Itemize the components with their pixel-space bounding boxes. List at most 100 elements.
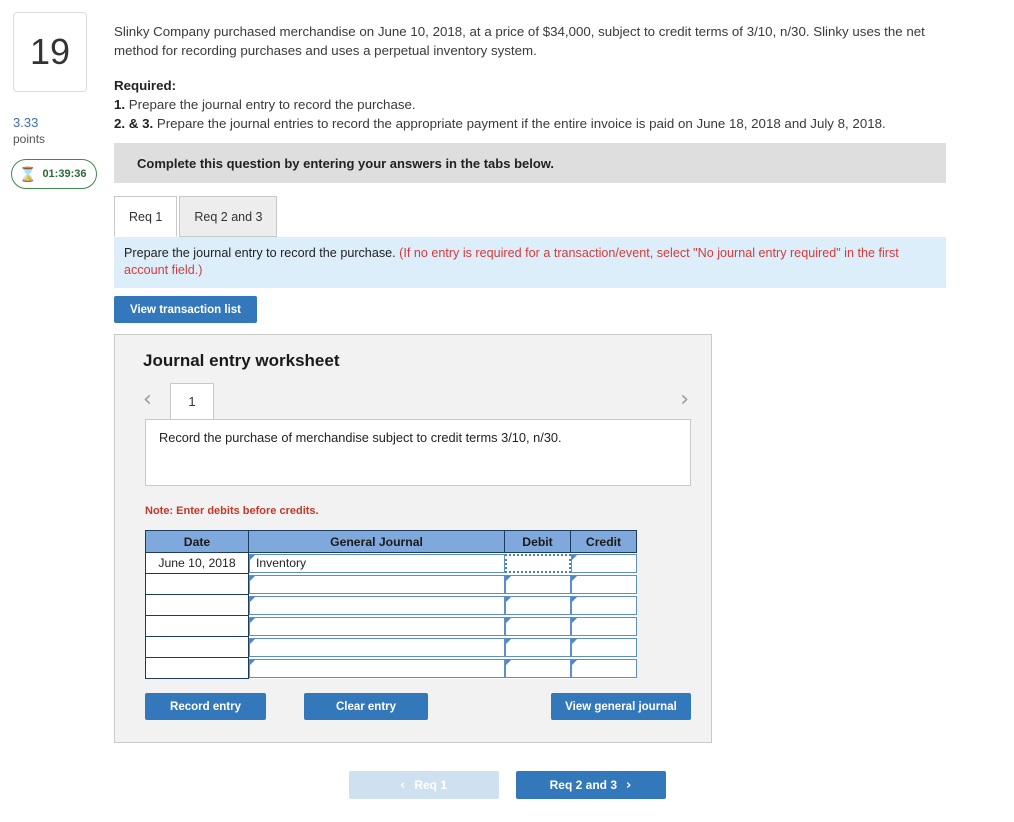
view-transaction-list-button[interactable]: View transaction list	[114, 296, 257, 323]
cell-general-journal[interactable]	[248, 657, 505, 679]
chevron-right-icon[interactable]: ›	[680, 386, 689, 414]
debit-input[interactable]	[504, 574, 571, 594]
clear-entry-button[interactable]: Clear entry	[304, 693, 428, 720]
complete-question-banner-text: Complete this question by entering your …	[137, 155, 555, 171]
dropdown-marker-icon	[250, 554, 255, 560]
account-select[interactable]: Inventory	[249, 553, 505, 573]
nav-next-req-2-and-3-button[interactable]: Req 2 and 3 ›	[515, 771, 666, 799]
nav-previous-label: Req 1	[414, 778, 448, 792]
question-number: 19	[29, 31, 71, 72]
cell-date[interactable]	[145, 573, 249, 595]
cell-general-journal[interactable]: Inventory	[248, 552, 505, 574]
table-row	[145, 657, 637, 679]
main-content: Slinky Company purchased merchandise on …	[108, 0, 1014, 743]
worksheet-page-1-tab[interactable]: 1	[170, 383, 214, 419]
dropdown-marker-icon	[505, 575, 511, 581]
cell-debit[interactable]	[504, 552, 571, 574]
cell-credit[interactable]	[570, 657, 637, 679]
cell-credit[interactable]	[570, 594, 637, 616]
account-select[interactable]	[249, 637, 505, 657]
record-entry-button[interactable]: Record entry	[145, 693, 266, 720]
tab-req-2-and-3[interactable]: Req 2 and 3	[179, 196, 278, 237]
journal-entry-table: Date General Journal Debit Credit June 1…	[145, 530, 637, 679]
cell-general-journal[interactable]	[248, 573, 505, 595]
debit-input[interactable]	[504, 553, 571, 573]
nav-previous-req-1-button[interactable]: ‹ Req 1	[348, 771, 499, 799]
cell-general-journal[interactable]	[248, 594, 505, 616]
debit-input[interactable]	[504, 658, 571, 678]
cell-credit[interactable]	[570, 573, 637, 595]
cell-date[interactable]	[145, 636, 249, 658]
chevron-left-icon[interactable]: ‹	[143, 386, 152, 414]
table-row	[145, 594, 637, 616]
dropdown-marker-icon	[571, 638, 577, 644]
instruction-text: Prepare the journal entry to record the …	[124, 246, 400, 260]
credit-input[interactable]	[570, 616, 637, 636]
account-select[interactable]	[249, 658, 505, 678]
cell-date[interactable]	[145, 594, 249, 616]
cell-credit[interactable]	[570, 552, 637, 574]
left-rail: 19 3.33 points ⌛ 01:39:36	[0, 0, 108, 822]
debits-before-credits-note: Note: Enter debits before credits.	[145, 505, 319, 517]
timer-value: 01:39:36	[42, 168, 87, 180]
cell-debit[interactable]	[504, 594, 571, 616]
account-value: Inventory	[256, 555, 307, 570]
cell-debit[interactable]	[504, 657, 571, 679]
credit-input[interactable]	[570, 637, 637, 657]
instruction-strip: Prepare the journal entry to record the …	[114, 237, 946, 288]
cell-general-journal[interactable]	[248, 636, 505, 658]
dropdown-marker-icon	[505, 638, 511, 644]
cell-date[interactable]	[145, 657, 249, 679]
cell-date-value: June 10, 2018	[158, 556, 236, 570]
journal-entry-worksheet-panel: Journal entry worksheet ‹ 1 › Record the…	[114, 334, 712, 743]
requirement-2-3-text: Prepare the journal entries to record th…	[153, 116, 886, 131]
cell-debit[interactable]	[504, 573, 571, 595]
column-header-date: Date	[145, 530, 249, 553]
dropdown-marker-icon	[505, 596, 511, 602]
column-header-general-journal: General Journal	[248, 530, 505, 553]
requirement-1: 1. Prepare the journal entry to record t…	[114, 95, 952, 114]
cell-date[interactable]: June 10, 2018	[145, 552, 249, 574]
account-select[interactable]	[249, 616, 505, 636]
credit-input[interactable]	[570, 595, 637, 615]
dropdown-marker-icon	[250, 638, 255, 644]
tab-req-1[interactable]: Req 1	[114, 196, 178, 237]
points-value: 3.33	[13, 115, 39, 130]
table-row	[145, 636, 637, 658]
chevron-left-icon: ‹	[399, 777, 406, 793]
account-select[interactable]	[249, 595, 505, 615]
debit-input[interactable]	[504, 637, 571, 657]
cell-debit[interactable]	[504, 636, 571, 658]
account-select[interactable]	[249, 574, 505, 594]
dropdown-marker-icon	[571, 554, 577, 560]
debit-input[interactable]	[504, 595, 571, 615]
cell-credit[interactable]	[570, 615, 637, 637]
credit-input[interactable]	[570, 553, 637, 573]
dropdown-marker-icon	[571, 575, 577, 581]
chevron-right-icon: ›	[626, 777, 632, 793]
tab-req-1-label: Req 1	[129, 209, 163, 224]
dropdown-marker-icon	[250, 617, 255, 623]
requirement-tabs: Req 1 Req 2 and 3	[114, 196, 278, 237]
worksheet-pager: ‹ 1 ›	[139, 383, 691, 421]
column-header-debit: Debit	[504, 530, 571, 553]
dropdown-marker-icon	[250, 575, 255, 581]
timer-badge: ⌛ 01:39:36	[11, 159, 98, 189]
requirement-1-lead: 1.	[114, 97, 126, 112]
cell-credit[interactable]	[570, 636, 637, 658]
cell-general-journal[interactable]	[248, 615, 505, 637]
credit-input[interactable]	[570, 658, 637, 678]
requirement-1-text: Prepare the journal entry to record the …	[125, 97, 416, 112]
required-heading: Required:	[114, 78, 177, 93]
cell-date[interactable]	[145, 615, 249, 637]
credit-input[interactable]	[570, 574, 637, 594]
view-general-journal-button[interactable]: View general journal	[551, 693, 691, 720]
table-row: June 10, 2018 Inventory	[145, 552, 637, 574]
cell-debit[interactable]	[504, 615, 571, 637]
debit-input[interactable]	[504, 616, 571, 636]
transaction-description-text: Record the purchase of merchandise subje…	[159, 430, 562, 445]
table-row	[145, 573, 637, 595]
dropdown-marker-icon	[250, 596, 255, 602]
dropdown-marker-icon	[571, 659, 577, 665]
table-row	[145, 615, 637, 637]
